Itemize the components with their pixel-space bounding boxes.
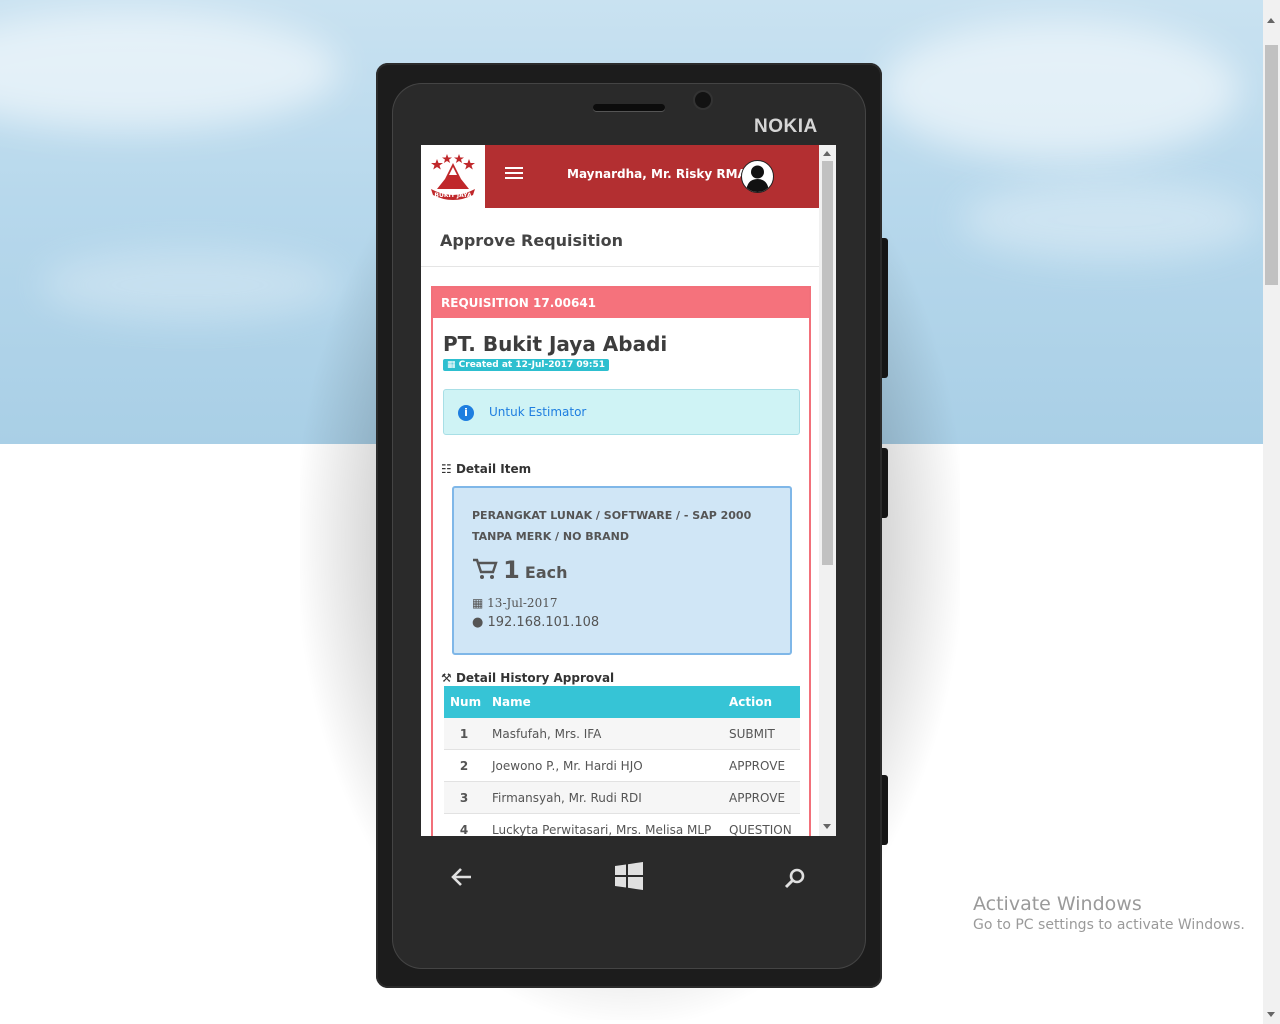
- quantity-value: 1: [503, 556, 520, 584]
- scroll-down-icon[interactable]: [823, 824, 831, 829]
- scroll-thumb[interactable]: [822, 161, 833, 565]
- search-icon[interactable]: [784, 867, 806, 893]
- page-scroll-thumb[interactable]: [1265, 45, 1278, 285]
- comment-icon: ●: [472, 615, 484, 630]
- table-row: 3 Firmansyah, Mr. Rudi RDI APPROVE: [444, 781, 800, 814]
- user-avatar-icon[interactable]: [741, 160, 774, 193]
- history-title: ⚒ Detail History Approval: [441, 671, 615, 685]
- hamburger-menu-icon[interactable]: [505, 167, 523, 181]
- created-badge: ▦ Created at 12-Jul-2017 09:51: [443, 359, 610, 371]
- calendar-icon: ▦: [447, 360, 456, 370]
- alert-text: Untuk Estimator: [489, 405, 587, 419]
- requisition-panel: REQUISITION 17.00641 PT. Bukit Jaya Abad…: [431, 286, 811, 836]
- info-icon: i: [458, 405, 474, 421]
- item-date: ▦ 13-Jul-2017: [472, 596, 558, 610]
- database-icon: ☷: [441, 462, 452, 476]
- col-name: Name: [484, 686, 721, 718]
- screen-scrollbar[interactable]: [819, 145, 836, 836]
- item-quantity: 1 Each: [472, 556, 568, 584]
- phone-camera: [695, 92, 711, 108]
- quantity-unit: Each: [524, 563, 568, 582]
- activate-subtitle: Go to PC settings to activate Windows.: [973, 917, 1245, 933]
- back-arrow-icon[interactable]: [450, 866, 474, 892]
- page-scroll-up-icon[interactable]: [1267, 18, 1275, 23]
- app-topbar: BUKIT JAYA Maynardha, Mr. Risky RMA: [421, 145, 819, 208]
- col-action: Action: [721, 686, 800, 718]
- cart-icon: [472, 558, 503, 582]
- company-logo[interactable]: BUKIT JAYA: [421, 145, 485, 208]
- created-text: Created at 12-Jul-2017 09:51: [458, 360, 606, 370]
- title-divider: [421, 266, 819, 267]
- detail-item-title: ☷ Detail Item: [441, 462, 532, 476]
- svg-text:BUKIT JAYA: BUKIT JAYA: [434, 192, 472, 199]
- item-ip: ● 192.168.101.108: [472, 615, 600, 630]
- phone-power-button: [882, 448, 888, 518]
- gavel-icon: ⚒: [441, 671, 452, 685]
- phone-screen: BUKIT JAYA Maynardha, Mr. Risky RMA Appr…: [421, 145, 836, 836]
- table-row: 4 Luckyta Perwitasari, Mrs. Melisa MLP Q…: [444, 813, 800, 836]
- info-alert: i Untuk Estimator: [443, 389, 800, 435]
- windows-start-icon[interactable]: [615, 862, 643, 894]
- phone-volume-button: [882, 238, 888, 378]
- company-name: PT. Bukit Jaya Abadi: [443, 332, 668, 356]
- page-scroll-down-icon[interactable]: [1267, 1012, 1275, 1017]
- phone-camera-button: [882, 775, 888, 845]
- item-category: PERANGKAT LUNAK / SOFTWARE / - SAP 2000: [472, 509, 752, 522]
- phone-brand: NOKIA: [754, 116, 818, 137]
- activate-title: Activate Windows: [973, 893, 1142, 915]
- requisition-header: REQUISITION 17.00641: [433, 288, 809, 318]
- user-name: Maynardha, Mr. Risky RMA: [567, 167, 747, 181]
- table-row: 1 Masfufah, Mrs. IFA SUBMIT: [444, 718, 800, 750]
- detail-item-card: PERANGKAT LUNAK / SOFTWARE / - SAP 2000 …: [452, 486, 792, 655]
- scroll-up-icon[interactable]: [823, 151, 831, 156]
- history-table: Num Name Action 1 Masfufah, Mrs. IFA SUB…: [444, 686, 800, 836]
- col-num: Num: [444, 686, 484, 718]
- calendar-icon: ▦: [472, 596, 484, 610]
- page-title: Approve Requisition: [440, 231, 624, 250]
- phone-speaker: [593, 104, 665, 111]
- windows-activation-watermark: Activate Windows Go to PC settings to ac…: [973, 893, 1245, 933]
- item-brand: TANPA MERK / NO BRAND: [472, 530, 629, 543]
- table-row: 2 Joewono P., Mr. Hardi HJO APPROVE: [444, 749, 800, 782]
